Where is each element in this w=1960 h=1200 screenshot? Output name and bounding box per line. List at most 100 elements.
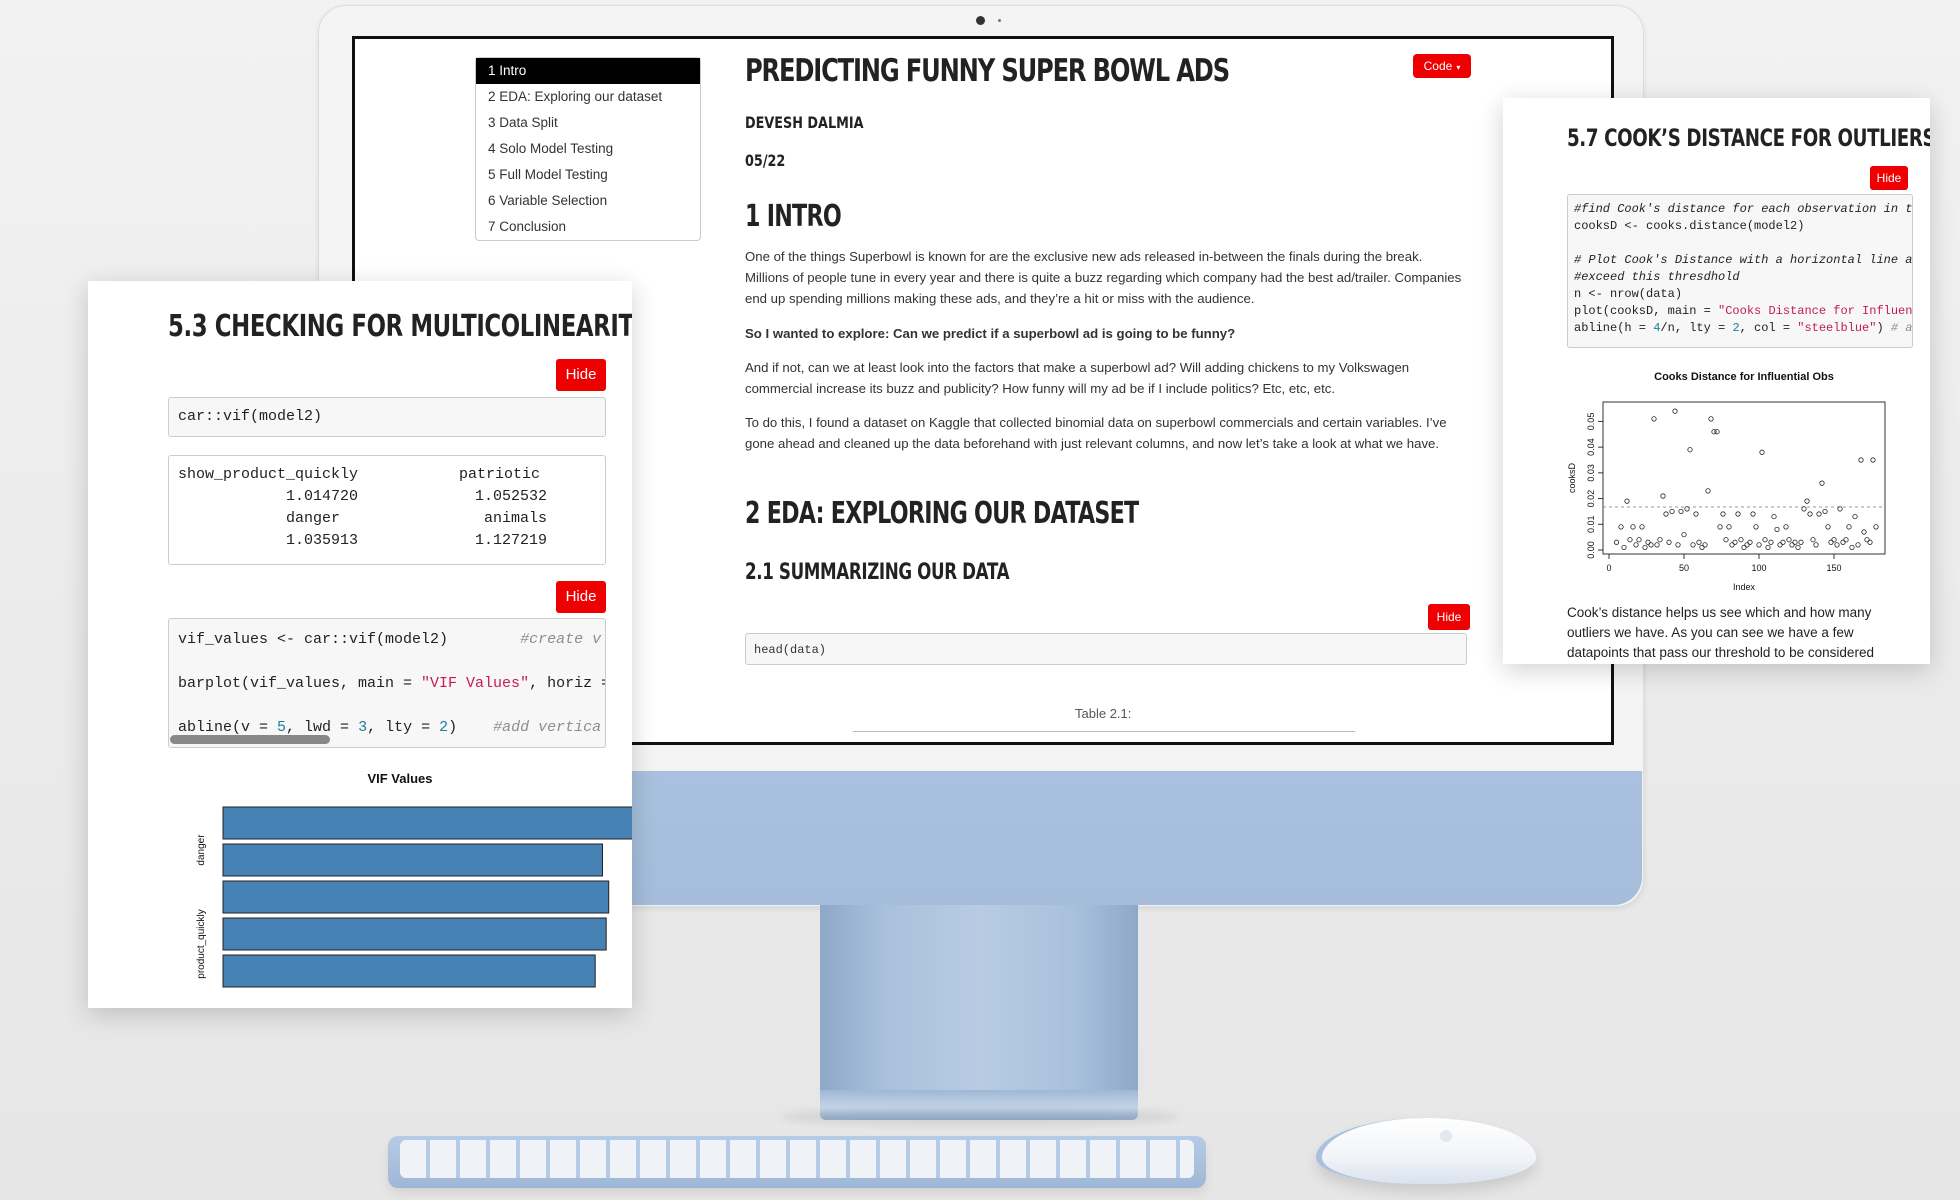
cooks-point xyxy=(1771,513,1777,520)
cooks-point xyxy=(1792,539,1798,545)
cooks-code-comment-4: #exceed this thresdhold xyxy=(1574,270,1740,284)
code-line-3: abline(v = 5, lwd = 3, lty = 2) #add ver… xyxy=(178,719,601,736)
output-name-4: animals xyxy=(484,510,548,527)
cooks-y-tick-label: 0.01 xyxy=(1586,516,1596,534)
cooks-point xyxy=(1822,508,1828,515)
hide-code-button-cooks[interactable]: Hide xyxy=(1870,166,1908,190)
cooks-point xyxy=(1789,542,1795,548)
cooks-point xyxy=(1624,498,1630,504)
stand-shadow xyxy=(780,1108,1180,1126)
output-value-3: 1.035913 xyxy=(286,532,359,549)
cooks-code-line-7-d: ) xyxy=(1876,321,1891,335)
hide-code-button[interactable]: Hide xyxy=(1428,604,1470,630)
author: Devesh Dalmia xyxy=(745,113,864,132)
cooks-explanation: Cook’s distance helps us see which and h… xyxy=(1567,605,1874,660)
toc-item[interactable]: 7 Conclusion xyxy=(476,214,700,240)
cooks-y-tick-label: 0.04 xyxy=(1586,438,1596,456)
cooks-point xyxy=(1702,542,1708,548)
card-heading-cooks: 5.7 Cook’s Distance for Outliers xyxy=(1567,124,1930,152)
intro-paragraph-4: To do this, I found a dataset on Kaggle … xyxy=(745,415,1447,451)
toc-item[interactable]: 4 Solo Model Testing xyxy=(476,136,700,162)
cooks-point xyxy=(1861,529,1867,535)
cooks-point xyxy=(1819,480,1825,486)
cooks-point xyxy=(1840,539,1846,545)
cooks-point xyxy=(1744,542,1750,548)
cooks-point xyxy=(1762,537,1768,543)
cooks-point xyxy=(1867,539,1873,545)
intro-paragraph-2: So I wanted to explore: Can we predict i… xyxy=(745,323,1467,344)
cooks-point xyxy=(1825,524,1831,530)
code-button-label: Code xyxy=(1423,59,1453,73)
cooks-point xyxy=(1813,542,1819,548)
hide-code-button-2[interactable]: Hide xyxy=(556,581,606,613)
code-line-1: vif_values <- car::vif(model2) #create v xyxy=(178,631,601,648)
cooks-point xyxy=(1738,537,1744,543)
cooks-point xyxy=(1729,542,1735,548)
code-dropdown-button[interactable]: Code ▾ xyxy=(1413,54,1471,78)
cooks-x-tick-label: 100 xyxy=(1751,563,1766,573)
cooks-point xyxy=(1798,539,1804,545)
cooks-code-line-7-n2: 2 xyxy=(1732,321,1740,335)
cooks-point xyxy=(1687,447,1693,453)
output-vif: show_product_quickly patriotic 1.014720 … xyxy=(168,455,606,565)
vif-bar xyxy=(222,806,632,840)
cooks-code-comment-1: #find Cook's distance for each observati… xyxy=(1574,202,1913,216)
card-heading-multicolinearity: 5.3 Checking for Multicolinearity xyxy=(168,309,632,344)
vif-tick-label: product_quickly xyxy=(196,909,207,978)
cooks-point xyxy=(1750,511,1756,517)
toc-item[interactable]: 5 Full Model Testing xyxy=(476,162,700,188)
cooks-point xyxy=(1717,524,1723,530)
cooks-point xyxy=(1613,539,1620,545)
cooks-point xyxy=(1747,539,1753,545)
cooks-point xyxy=(1666,539,1672,545)
cooks-point xyxy=(1618,524,1624,530)
cooks-point xyxy=(1852,513,1858,520)
code-line-3-d: ) xyxy=(448,719,458,736)
cooks-point xyxy=(1675,542,1681,548)
intro-paragraph-1: One of the things Superbowl is known for… xyxy=(745,249,1462,306)
code-block-head: head(data) xyxy=(745,633,1467,665)
cooks-point xyxy=(1783,524,1789,530)
cooks-code-line-7: abline(h = 4/n, lty = 2, col = "steelblu… xyxy=(1574,320,1912,337)
vif-bar xyxy=(222,917,607,951)
subsection-heading-summary: 2.1 Summarizing our data xyxy=(745,560,1010,585)
cooks-point xyxy=(1636,537,1642,543)
toc-item[interactable]: 1 Intro xyxy=(476,58,700,84)
horizontal-scrollbar[interactable] xyxy=(170,735,330,744)
output-value-4: 1.127219 xyxy=(475,532,548,549)
code-line-2-text: barplot(vif_values, main = xyxy=(178,675,422,692)
apple-logo-icon xyxy=(1440,1130,1452,1142)
toc-item[interactable]: 2 EDA: Exploring our dataset xyxy=(476,84,700,110)
toc-item[interactable]: 3 Data Split xyxy=(476,110,700,136)
code-line-1-comment: #create v xyxy=(520,631,602,648)
cooks-code-line-6-string: "Cooks Distance for Influent xyxy=(1718,304,1913,318)
cooks-point xyxy=(1681,531,1687,538)
cooks-point xyxy=(1831,537,1837,543)
cooks-point xyxy=(1723,537,1729,543)
cooks-point xyxy=(1834,542,1840,548)
cooks-x-tick-label: 50 xyxy=(1679,563,1689,573)
cooks-point xyxy=(1846,524,1852,530)
toc-item[interactable]: 6 Variable Selection xyxy=(476,188,700,214)
cooks-point xyxy=(1774,526,1780,533)
cooks-x-tick-label: 0 xyxy=(1606,563,1611,573)
cooks-point xyxy=(1630,524,1636,530)
cooks-point xyxy=(1696,539,1702,545)
hide-code-button-1[interactable]: Hide xyxy=(556,359,606,391)
code-line-3-c: , lty = xyxy=(367,719,440,736)
cooks-point xyxy=(1795,544,1801,551)
cooks-point xyxy=(1786,537,1792,543)
cooks-code-line-6-a: plot(cooksD, main = xyxy=(1574,304,1719,318)
cooks-point xyxy=(1669,508,1675,515)
code-line-3-comment: #add vertica xyxy=(493,719,602,736)
intro-question: So I wanted to explore: Can we predict i… xyxy=(745,326,1236,341)
code-line-2: barplot(vif_values, main = "VIF Values",… xyxy=(178,675,605,692)
cooks-code-line-5: n <- nrow(data) xyxy=(1574,287,1683,301)
cooks-x-axis-label: Index xyxy=(1733,582,1756,592)
cooks-point xyxy=(1714,429,1720,435)
cooks-point xyxy=(1870,457,1876,463)
cooks-point xyxy=(1756,542,1762,548)
cooks-point xyxy=(1621,544,1627,551)
cooks-point xyxy=(1858,457,1864,463)
code-block-cooks: #find Cook's distance for each observati… xyxy=(1567,194,1913,348)
